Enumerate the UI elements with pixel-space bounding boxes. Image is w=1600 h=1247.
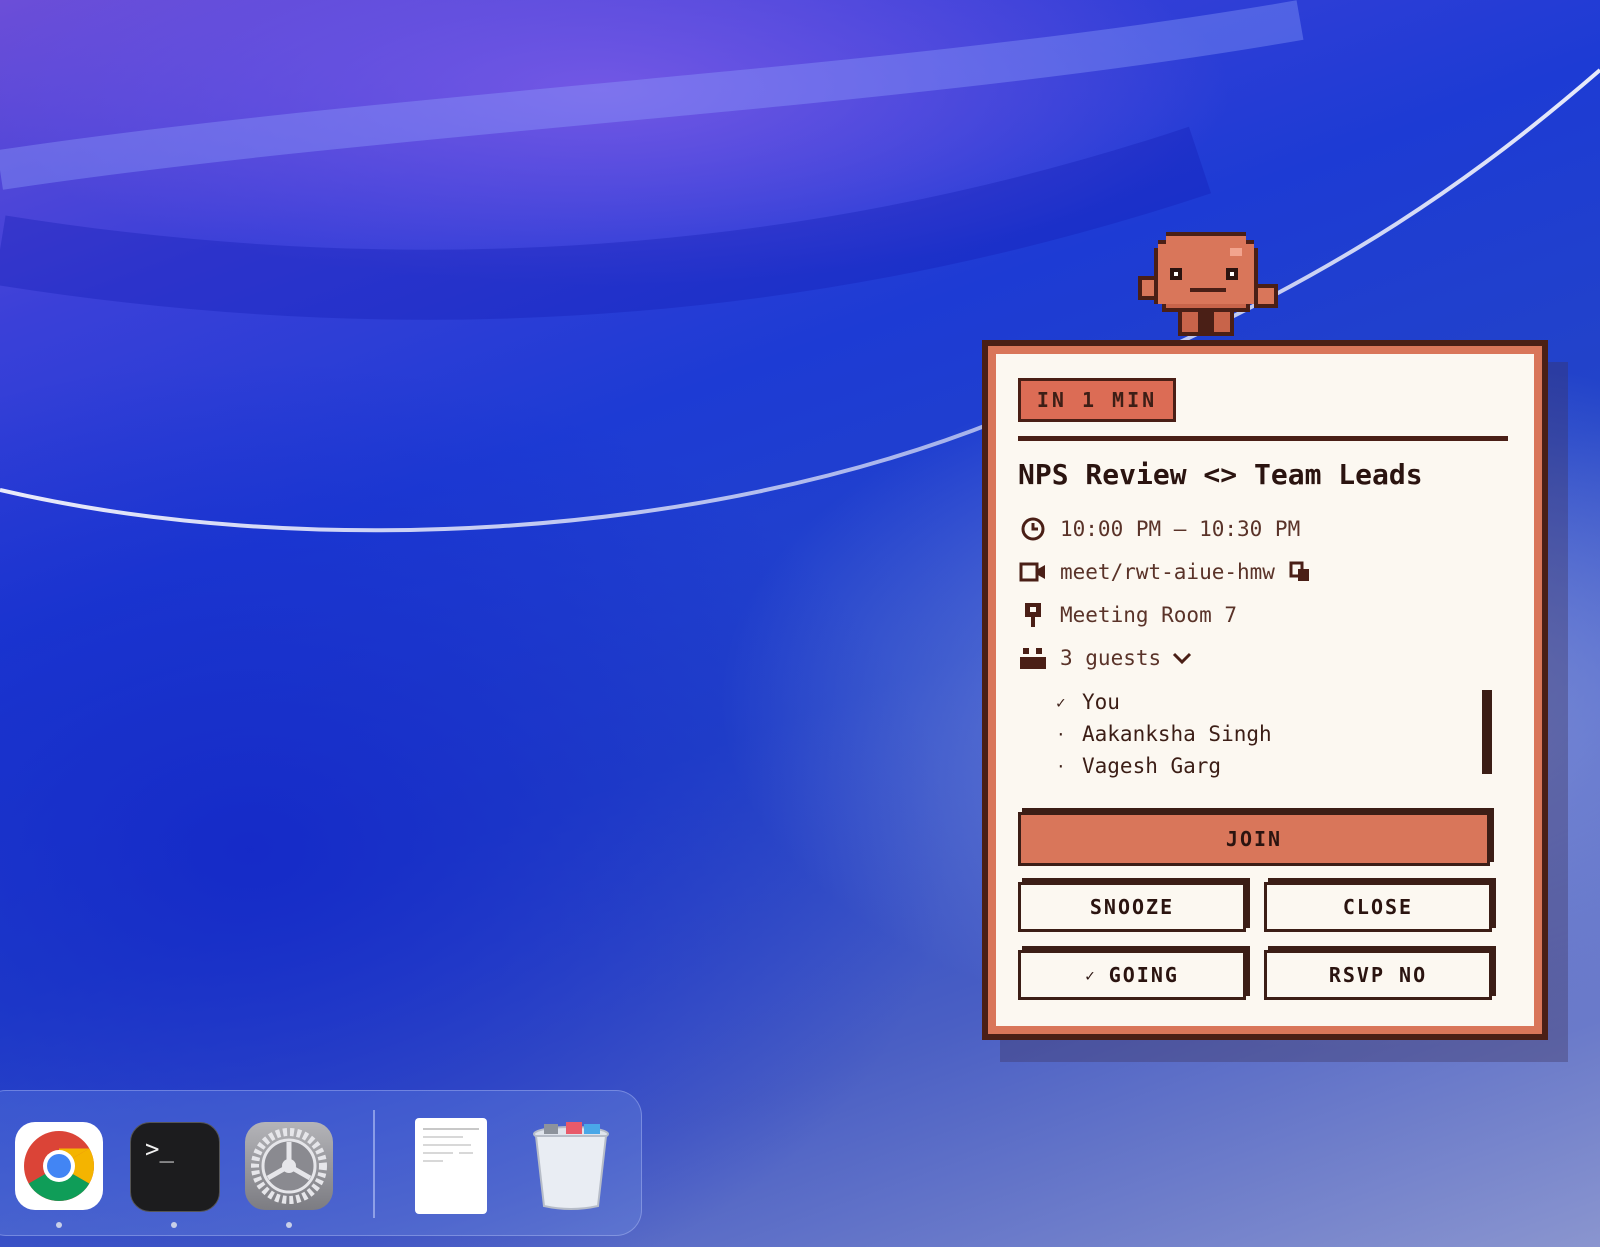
notification-body: IN 1 MIN NPS Review <> Team Leads 10:00 … (996, 354, 1534, 1026)
location-pin-icon (1018, 600, 1048, 630)
chrome-icon (24, 1131, 94, 1201)
bullet-icon: · (1056, 724, 1066, 744)
guests-count: 3 guests (1060, 646, 1162, 670)
location-row: Meeting Room 7 (1018, 600, 1237, 630)
trash-icon (533, 1122, 609, 1210)
dock-terminal[interactable]: >_ (130, 1122, 220, 1212)
join-label: JOIN (1225, 827, 1283, 851)
guest-list-scrollbar[interactable] (1482, 690, 1492, 774)
guest-name: Vagesh Garg (1082, 754, 1222, 778)
people-icon (1018, 643, 1048, 673)
document-icon (423, 1128, 479, 1162)
guest-list: ✓ You · Aakanksha Singh · Vagesh Garg (1056, 686, 1272, 782)
meet-link[interactable]: meet/rwt-aiue-hmw (1060, 560, 1275, 584)
video-icon (1018, 557, 1048, 587)
guest-item: ✓ You (1056, 686, 1272, 718)
join-button[interactable]: JOIN (1018, 812, 1490, 866)
close-button[interactable]: CLOSE (1264, 882, 1492, 932)
meeting-location: Meeting Room 7 (1060, 603, 1238, 627)
pixel-mascot-icon (1138, 232, 1278, 336)
meeting-title: NPS Review <> Team Leads (1018, 458, 1423, 491)
dock-trash[interactable] (530, 1120, 612, 1212)
accepted-check-icon: ✓ (1056, 692, 1066, 712)
guest-name: Aakanksha Singh (1082, 722, 1272, 746)
meeting-time: 10:00 PM – 10:30 PM (1060, 517, 1301, 541)
dock-document[interactable] (415, 1118, 487, 1214)
time-until-badge: IN 1 MIN (1018, 378, 1176, 422)
divider (1018, 436, 1508, 441)
time-row: 10:00 PM – 10:30 PM (1018, 514, 1300, 544)
guest-name: You (1082, 690, 1120, 714)
running-indicator (286, 1222, 292, 1228)
bullet-icon: · (1056, 756, 1066, 776)
terminal-icon: >_ (145, 1135, 174, 1163)
dock-separator (373, 1110, 375, 1218)
meeting-notification-card: IN 1 MIN NPS Review <> Team Leads 10:00 … (982, 340, 1548, 1040)
copy-icon[interactable] (1285, 557, 1315, 587)
check-icon: ✓ (1085, 965, 1097, 985)
rsvp-no-button[interactable]: RSVP NO (1264, 950, 1492, 1000)
running-indicator (171, 1222, 177, 1228)
guest-item: · Aakanksha Singh (1056, 718, 1272, 750)
guest-item: · Vagesh Garg (1056, 750, 1272, 782)
snooze-button[interactable]: SNOOZE (1018, 882, 1246, 932)
going-button[interactable]: ✓ GOING (1018, 950, 1246, 1000)
link-row: meet/rwt-aiue-hmw (1018, 557, 1327, 587)
going-label: GOING (1108, 963, 1179, 987)
dock-system-settings[interactable] (245, 1122, 333, 1210)
rsvp-no-label: RSVP NO (1328, 963, 1428, 987)
running-indicator (56, 1222, 62, 1228)
clock-icon (1018, 514, 1048, 544)
chevron-down-icon[interactable] (1167, 643, 1197, 673)
close-label: CLOSE (1342, 895, 1414, 919)
guests-row[interactable]: 3 guests (1018, 643, 1209, 673)
snooze-label: SNOOZE (1089, 895, 1175, 919)
dock-chrome[interactable] (15, 1122, 103, 1210)
settings-gear-icon (251, 1128, 327, 1204)
